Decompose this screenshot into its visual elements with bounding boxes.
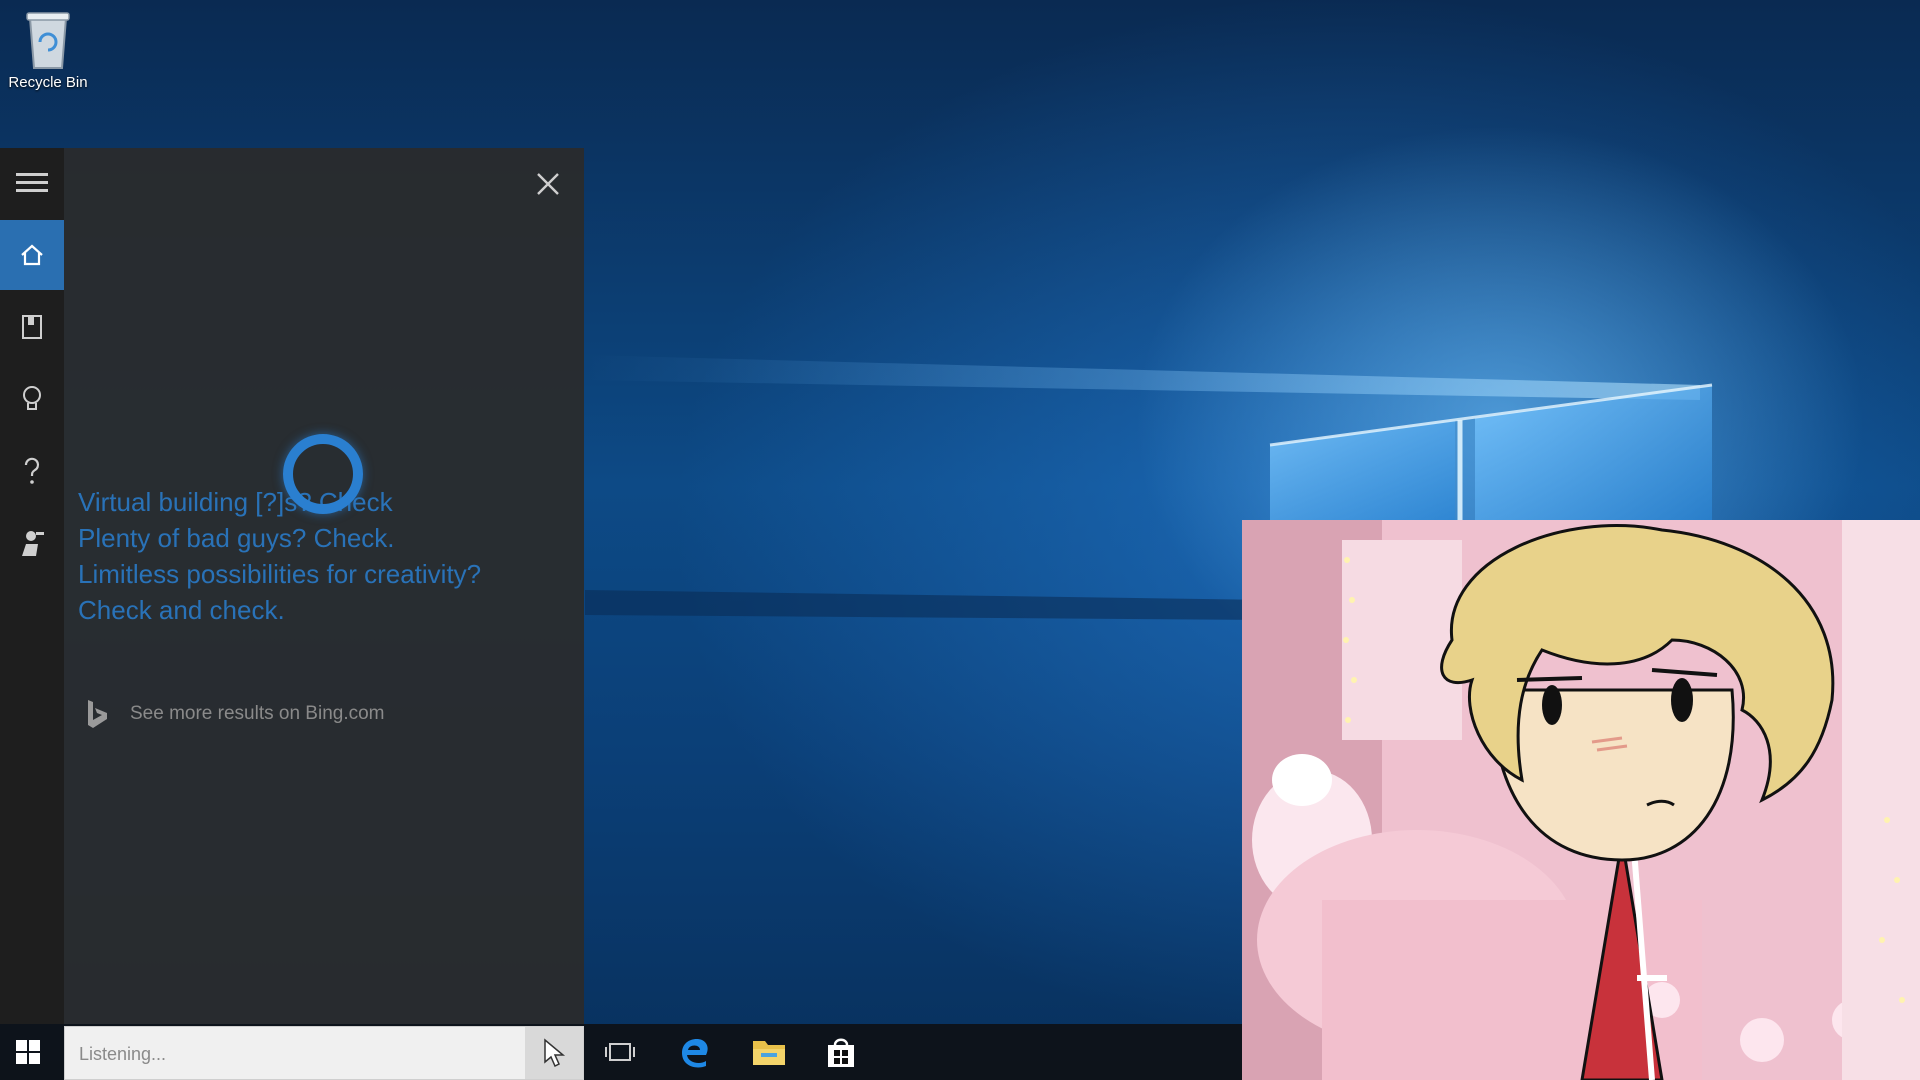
notebook-icon (22, 315, 42, 339)
store-icon (828, 1038, 854, 1067)
bing-icon (88, 700, 107, 728)
help-icon (24, 457, 40, 484)
start-button[interactable] (0, 1024, 56, 1080)
windows-start-icon (16, 1040, 40, 1064)
cortana-message: Virtual building [?]s? Check Plenty of b… (78, 484, 558, 628)
home-icon (21, 244, 43, 266)
cortana-message-line: Check and check. (78, 595, 285, 625)
cortana-search-box[interactable] (64, 1026, 584, 1080)
task-view-icon (605, 1043, 635, 1061)
cortana-message-line: Limitless possibilities for creativity? (78, 559, 482, 589)
edge-button[interactable] (660, 1024, 730, 1080)
streamer-avatar-overlay (1242, 520, 1920, 1080)
cartoon-avatar-image (1242, 520, 1920, 1080)
file-explorer-icon (753, 1041, 785, 1065)
rail-feedback-button[interactable] (0, 508, 64, 578)
hamburger-menu-button[interactable] (0, 148, 64, 218)
recycle-bin-label: Recycle Bin (8, 74, 88, 91)
microphone-button[interactable] (525, 1027, 583, 1079)
rail-home-button[interactable] (0, 220, 64, 290)
recycle-bin-shortcut[interactable]: Recycle Bin (0, 6, 96, 106)
store-button[interactable] (806, 1024, 876, 1080)
bing-link-label: See more results on Bing.com (130, 703, 385, 724)
task-view-button[interactable] (585, 1024, 655, 1080)
search-input[interactable] (79, 1039, 479, 1069)
cortana-message-line: Virtual building [?]s? Check (78, 487, 393, 517)
cortana-panel: Virtual building [?]s? Check Plenty of b… (0, 148, 584, 1024)
rail-help-button[interactable] (0, 436, 64, 506)
cortana-rail (0, 148, 64, 1024)
feedback-icon (22, 531, 44, 556)
cursor-pointer-icon (544, 1038, 566, 1068)
cortana-message-line: Plenty of bad guys? Check. (78, 523, 395, 553)
lightbulb-icon (23, 386, 41, 410)
hamburger-menu-icon (16, 173, 48, 192)
bing-more-results-link[interactable]: See more results on Bing.com (84, 696, 385, 732)
edge-icon (682, 1039, 708, 1068)
recycle-bin-icon (26, 12, 70, 69)
close-button[interactable] (528, 164, 568, 204)
file-explorer-button[interactable] (734, 1024, 804, 1080)
close-icon (537, 173, 559, 195)
rail-notebook-button[interactable] (0, 292, 64, 362)
rail-reminders-button[interactable] (0, 364, 64, 434)
